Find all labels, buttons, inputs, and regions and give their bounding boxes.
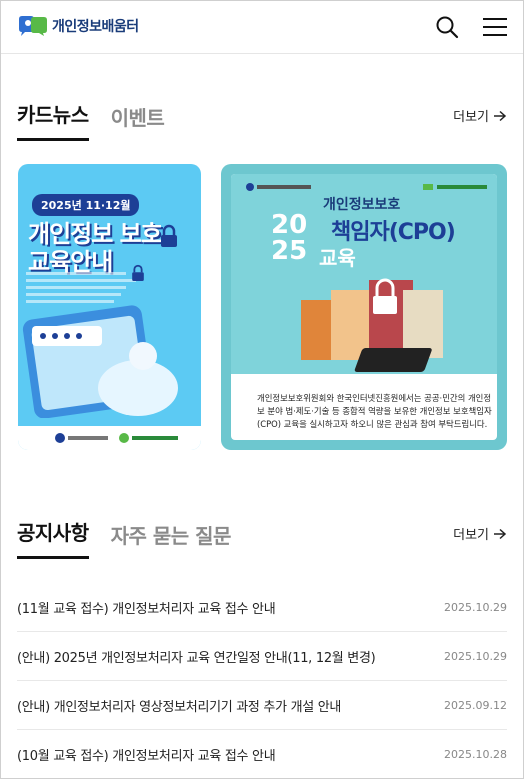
more-label: 더보기 bbox=[453, 528, 489, 543]
card-badge: 2025년 11·12월 bbox=[32, 194, 140, 216]
arrow-right-icon bbox=[494, 528, 507, 539]
logo-mark-icon bbox=[19, 16, 47, 36]
card-content: 개인정보보호 20 25 책임자(CPO) 교육 개인정보보호위원회와 한국인터… bbox=[231, 174, 497, 440]
notice-date: 2025.09.12 bbox=[444, 698, 507, 712]
search-icon[interactable] bbox=[433, 13, 461, 41]
card-banner: 개인정보보호 20 25 책임자(CPO) 교육 bbox=[231, 174, 497, 374]
cardnews-more-link[interactable]: 더보기 bbox=[453, 106, 507, 125]
lock-icon bbox=[132, 264, 144, 281]
arrow-right-icon bbox=[494, 110, 507, 121]
card-year: 20 25 bbox=[271, 212, 307, 264]
lock-icon bbox=[161, 224, 177, 247]
folders-illustration-icon bbox=[301, 278, 443, 372]
notice-item[interactable]: (11월 교육 접수) 개인정보처리자 교육 접수 안내 2025.10.29 bbox=[17, 583, 507, 632]
year-bottom: 25 bbox=[271, 236, 308, 266]
tab-event[interactable]: 이벤트 bbox=[111, 102, 165, 141]
card-edu-label: 교육 bbox=[319, 246, 356, 270]
card-news-item[interactable]: 개인정보보호 20 25 책임자(CPO) 교육 개인정보보호위원회와 한국인터… bbox=[221, 164, 507, 450]
notice-item[interactable]: (10월 교육 접수) 개인정보처리자 교육 접수 안내 2025.10.28 bbox=[17, 730, 507, 778]
card-subtitle: 개인정보보호 bbox=[323, 197, 401, 213]
tab-notice[interactable]: 공지사항 bbox=[17, 517, 89, 559]
notice-title: (안내) 2025년 개인정보처리자 교육 연간일정 안내(11, 12월 변경… bbox=[17, 650, 376, 666]
mobile-page: 개인정보배움터 카드뉴스 이벤트 더보기 2025년 11·12월 개인정보 보… bbox=[0, 0, 524, 779]
more-label: 더보기 bbox=[453, 110, 489, 125]
notice-date: 2025.10.29 bbox=[444, 600, 507, 614]
agency-logos-icon bbox=[55, 433, 178, 443]
year-top: 20 bbox=[271, 210, 308, 240]
notice-item[interactable]: (안내) 2025년 개인정보처리자 교육 연간일정 안내(11, 12월 변경… bbox=[17, 632, 507, 681]
card-description: 개인정보보호위원회와 한국인터넷진흥원에서는 공공·민간의 개인정보 분야 법·… bbox=[257, 393, 492, 429]
notice-title: (안내) 개인정보처리자 영상정보처리기기 과정 추가 개설 안내 bbox=[17, 699, 342, 715]
hamburger-menu-icon[interactable] bbox=[481, 13, 509, 41]
card-news-item[interactable]: 2025년 11·12월 개인정보 보호 교육안내 bbox=[18, 164, 201, 450]
agency-logo-icon bbox=[246, 183, 311, 191]
notice-title: (10월 교육 접수) 개인정보처리자 교육 접수 안내 bbox=[17, 748, 276, 764]
logo-text: 개인정보배움터 bbox=[52, 19, 139, 35]
notice-item[interactable]: (안내) 개인정보처리자 영상정보처리기기 과정 추가 개설 안내 2025.0… bbox=[17, 681, 507, 730]
notice-tabs: 공지사항 자주 묻는 질문 bbox=[17, 517, 253, 559]
notice-date: 2025.10.28 bbox=[444, 747, 507, 761]
site-header: 개인정보배움터 bbox=[1, 1, 523, 54]
phone-illustration-icon bbox=[22, 272, 178, 418]
card-title-line1: 개인정보 보호 bbox=[28, 220, 163, 248]
notice-date: 2025.10.29 bbox=[444, 649, 507, 663]
notice-title: (11월 교육 접수) 개인정보처리자 교육 접수 안내 bbox=[17, 601, 276, 617]
tab-cardnews[interactable]: 카드뉴스 bbox=[17, 99, 89, 141]
site-logo[interactable]: 개인정보배움터 bbox=[17, 15, 139, 37]
cardnews-tabs: 카드뉴스 이벤트 bbox=[17, 99, 186, 141]
notice-more-link[interactable]: 더보기 bbox=[453, 524, 507, 543]
kisa-logo-icon bbox=[423, 184, 487, 190]
card-footer bbox=[18, 426, 201, 450]
tab-faq[interactable]: 자주 묻는 질문 bbox=[111, 520, 232, 559]
